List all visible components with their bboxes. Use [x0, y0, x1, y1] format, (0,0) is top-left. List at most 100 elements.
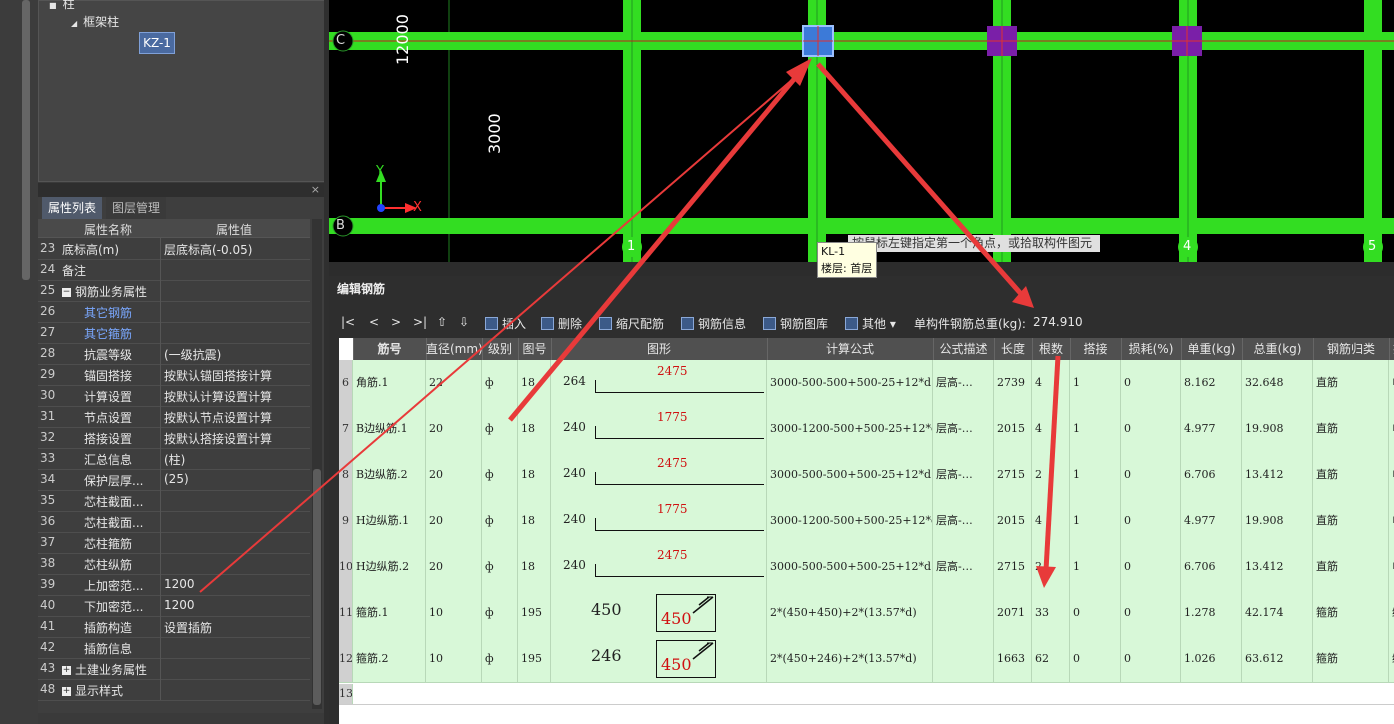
cell-g[interactable]: ф — [482, 544, 518, 590]
cell-len[interactable]: 2015 — [994, 406, 1032, 452]
cell-formula[interactable]: 3000-1200-500+500-25+12*d — [767, 498, 933, 544]
property-row[interactable]: 36 芯柱截面... — [38, 511, 310, 533]
column-header[interactable]: 公式描述 — [933, 338, 995, 360]
property-row[interactable]: 43 + 土建业务属性 — [38, 658, 310, 680]
rebar-shape[interactable]: 246 450 — [551, 636, 767, 682]
cell-d[interactable]: 20 — [426, 452, 482, 498]
cell-uw[interactable]: 4.977 — [1181, 406, 1242, 452]
cell-desc[interactable]: 层高-… — [933, 452, 994, 498]
property-value[interactable]: 按默认搭接设置计算 — [164, 430, 310, 447]
property-row[interactable]: 24 备注 — [38, 259, 310, 281]
column-header[interactable]: 搭 — [1389, 338, 1394, 360]
column-header[interactable]: 钢筋归类 — [1313, 338, 1390, 360]
column-header[interactable]: 损耗(%) — [1121, 338, 1182, 360]
cell-cat[interactable]: 直筋 — [1313, 360, 1389, 406]
cell-tw[interactable]: 19.908 — [1242, 498, 1313, 544]
collapse-icon[interactable]: ◢ — [71, 19, 77, 28]
cell-formula[interactable]: 3000-500-500+500-25+12*d — [767, 452, 933, 498]
collapse-icon[interactable]: − — [62, 288, 71, 297]
table-row[interactable]: 11 箍筋.1 10 ф 195 450 450 2*(450+450)+2*(13.57*d… — [339, 590, 1394, 637]
cell-loss[interactable]: 0 — [1121, 452, 1181, 498]
cell-uw[interactable]: 1.026 — [1181, 636, 1242, 682]
cell-d[interactable]: 10 — [426, 590, 482, 636]
cell-tw[interactable]: 63.612 — [1242, 636, 1313, 682]
cell-cat[interactable]: 箍筋 — [1313, 636, 1389, 682]
cell-uw[interactable]: 1.278 — [1181, 590, 1242, 636]
cell-d[interactable]: 10 — [426, 636, 482, 682]
property-row[interactable]: 48 + 显示样式 — [38, 679, 310, 701]
cell-x[interactable]: 电 — [1389, 406, 1394, 452]
table-row[interactable]: 9 H边纵筋.1 20 ф 18 240 1775 3000-1200-500+500-25+… — [339, 498, 1394, 545]
property-value[interactable]: 层底标高(-0.05) — [164, 241, 310, 258]
table-row[interactable]: 7 B边纵筋.1 20 ф 18 240 1775 3000-1200-500+500-25+… — [339, 406, 1394, 453]
left-scrollbar[interactable] — [22, 0, 30, 280]
cell-cat[interactable]: 直筋 — [1313, 406, 1389, 452]
cell-tw[interactable]: 13.412 — [1242, 544, 1313, 590]
cell-name[interactable]: H边纵筋.1 — [353, 498, 426, 544]
cell-cnt[interactable]: 4 — [1032, 406, 1070, 452]
column-header[interactable]: 总重(kg) — [1242, 338, 1314, 360]
expand-icon[interactable]: + — [62, 687, 71, 696]
cell-x[interactable]: 电 — [1389, 498, 1394, 544]
cell-d[interactable]: 20 — [426, 498, 482, 544]
cell-fig[interactable]: 18 — [518, 544, 551, 590]
property-row[interactable]: 33 汇总信息 (柱) — [38, 448, 310, 470]
insert-button[interactable]: 插入 — [485, 315, 526, 332]
property-value[interactable]: 按默认锚固搭接计算 — [164, 367, 310, 384]
cell-cat[interactable]: 箍筋 — [1313, 590, 1389, 636]
cell-uw[interactable]: 6.706 — [1181, 544, 1242, 590]
property-value[interactable]: 按默认节点设置计算 — [164, 409, 310, 426]
cell-uw[interactable]: 6.706 — [1181, 452, 1242, 498]
cell-x[interactable]: 电 — [1389, 544, 1394, 590]
cell-cat[interactable]: 直筋 — [1313, 498, 1389, 544]
cell-loss[interactable]: 0 — [1121, 406, 1181, 452]
expand-icon[interactable]: + — [62, 666, 71, 675]
column-header[interactable]: 级别 — [482, 338, 519, 360]
tree-item-kz1[interactable]: KZ-1 — [139, 32, 175, 54]
cell-desc[interactable]: 层高-… — [933, 498, 994, 544]
rebar-shape[interactable]: 240 2475 — [551, 544, 767, 590]
cell-x[interactable]: 电 — [1389, 452, 1394, 498]
rebar-shape[interactable]: 240 1775 — [551, 406, 767, 452]
rebar-shape[interactable]: 240 2475 — [551, 452, 767, 498]
rebar-info-button[interactable]: 钢筋信息 — [681, 315, 746, 332]
rebar-shape[interactable]: 264 2475 — [551, 360, 767, 406]
cell-loss[interactable]: 0 — [1121, 636, 1181, 682]
column-header[interactable]: 计算公式 — [767, 338, 934, 360]
cell-len[interactable]: 2715 — [994, 452, 1032, 498]
cell-name[interactable]: B边纵筋.1 — [353, 406, 426, 452]
column-header[interactable]: 长度 — [994, 338, 1033, 360]
cell-x[interactable]: 电 — [1389, 360, 1394, 406]
cell-name[interactable]: 箍筋.1 — [353, 590, 426, 636]
cell-fig[interactable]: 18 — [518, 452, 551, 498]
cell-cnt[interactable]: 4 — [1032, 498, 1070, 544]
column-header[interactable]: 筋号 — [353, 338, 427, 360]
cell-formula[interactable]: 2*(450+246)+2*(13.57*d) — [767, 636, 933, 682]
cell-desc[interactable] — [933, 590, 994, 636]
cell-tw[interactable]: 19.908 — [1242, 406, 1313, 452]
column-header[interactable]: 图形 — [551, 338, 768, 360]
cell-desc[interactable]: 层高-… — [933, 406, 994, 452]
cell-g[interactable]: ф — [482, 406, 518, 452]
cell-len[interactable]: 1663 — [994, 636, 1032, 682]
cell-x[interactable]: 绑 — [1389, 636, 1394, 682]
property-row[interactable]: 30 计算设置 按默认计算设置计算 — [38, 385, 310, 407]
cell-g[interactable]: ф — [482, 590, 518, 636]
cell-name[interactable]: 箍筋.2 — [353, 636, 426, 682]
cell-cnt[interactable]: 2 — [1032, 544, 1070, 590]
property-row[interactable]: 27 其它箍筋 — [38, 322, 310, 344]
other-menu[interactable]: 其他 ▾ — [845, 315, 896, 332]
cell-d[interactable]: 22 — [426, 360, 482, 406]
cell-tw[interactable]: 42.174 — [1242, 590, 1313, 636]
property-row[interactable]: 25− 钢筋业务属性 — [38, 280, 310, 302]
rebar-shape[interactable]: 450 450 — [551, 590, 767, 636]
cell-lap[interactable]: 1 — [1070, 452, 1121, 498]
cell-fig[interactable]: 195 — [518, 590, 551, 636]
cell-name[interactable]: 角筋.1 — [353, 360, 426, 406]
property-row[interactable]: 37 芯柱箍筋 — [38, 532, 310, 554]
delete-button[interactable]: 删除 — [541, 315, 582, 332]
close-icon[interactable]: × — [311, 183, 320, 196]
cell-lap[interactable]: 0 — [1070, 636, 1121, 682]
cell-desc[interactable]: 层高-… — [933, 544, 994, 590]
column-header[interactable]: 搭接 — [1070, 338, 1122, 360]
